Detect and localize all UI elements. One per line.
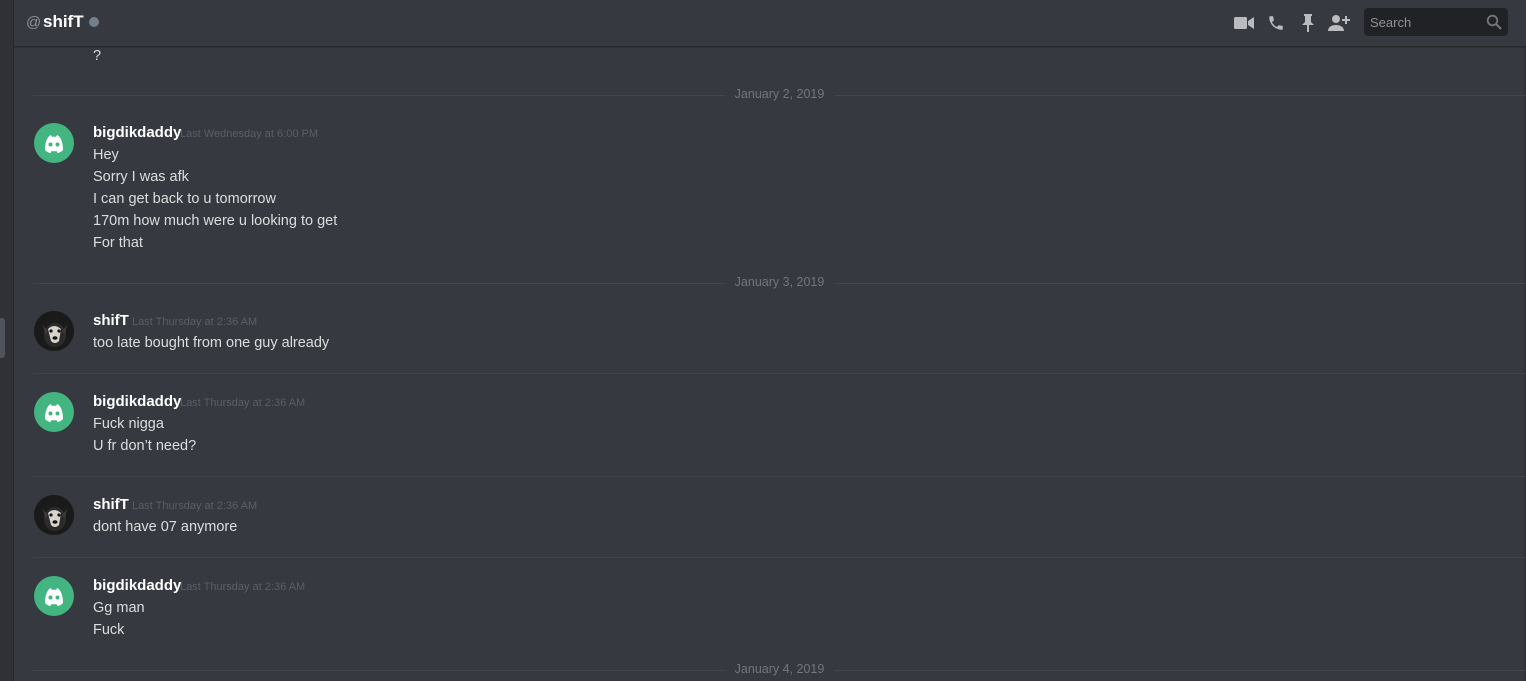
message-line: ? [93,48,102,64]
message-line: Sorry I was afk [93,169,189,185]
discord-logo-icon [45,404,63,422]
avatar[interactable] [34,495,74,535]
voice-call-button[interactable] [1264,11,1288,35]
message-line: Fuck nigga [93,416,164,432]
voice-call-icon [1269,16,1283,30]
avatar[interactable] [34,576,74,616]
avatar[interactable] [34,123,74,163]
date-divider: January 2, 2019 [33,87,1526,101]
message-group-separator [33,476,1526,477]
message-timestamp: Last Thursday at 2:36 AM [132,316,258,328]
add-friend-icon [1328,15,1350,31]
avatar[interactable] [34,311,74,351]
search-box[interactable] [1364,8,1508,36]
message-group-separator [33,373,1526,374]
date-divider-label: January 3, 2019 [724,275,835,289]
message-timestamp: Last Thursday at 2:36 AM [180,581,306,593]
pinned-messages-button[interactable] [1296,11,1320,35]
date-divider-label: January 2, 2019 [724,87,835,101]
search-icon[interactable] [1486,14,1502,30]
message-line: too late bought from one guy already [93,335,330,351]
avatar[interactable] [34,392,74,432]
video-call-button[interactable] [1232,11,1256,35]
server-sidebar-edge [0,0,14,681]
page-title: shifT [43,12,84,31]
message-author[interactable]: bigdikdaddy [93,393,181,410]
message-line: I can get back to u tomorrow [93,191,276,207]
message-timestamp: Last Wednesday at 6:00 PM [180,128,318,140]
sidebar-handle[interactable] [0,318,5,358]
at-symbol-icon: @ [26,14,42,31]
channel-header: @ shifT [14,0,1526,47]
message-group-separator [33,557,1526,558]
message-list: ? January 2, 2019 bigdikdaddy Last Wedne… [14,46,1526,681]
search-input[interactable] [1364,8,1480,36]
message-author[interactable]: shifT [93,496,129,513]
message-author[interactable]: bigdikdaddy [93,577,181,594]
dog-photo-icon [34,495,74,535]
message-line: Fuck [93,622,125,638]
date-divider: January 3, 2019 [33,275,1526,289]
message-author[interactable]: bigdikdaddy [93,124,181,141]
message-line: Hey [93,147,119,163]
add-friend-button[interactable] [1327,11,1351,35]
date-divider: January 4, 2019 [33,662,1526,676]
discord-logo-icon [45,135,63,153]
message-line: Gg man [93,600,145,616]
dog-photo-icon [34,311,74,351]
video-call-icon [1234,17,1254,29]
message-timestamp: Last Thursday at 2:36 AM [132,500,258,512]
dm-window: @ shifT Search ? January 2, 2019 bigdikd… [0,0,1526,681]
date-divider-label: January 4, 2019 [724,662,835,676]
message-line: 170m how much were u looking to get [93,213,338,229]
message-line: For that [93,235,143,251]
offline-status-icon [89,17,99,27]
discord-logo-icon [45,588,63,606]
pin-icon [1302,14,1314,32]
message-author[interactable]: shifT [93,312,129,329]
message-line: dont have 07 anymore [93,519,238,535]
message-timestamp: Last Thursday at 2:36 AM [180,397,306,409]
message-line: U fr don’t need? [93,438,197,454]
